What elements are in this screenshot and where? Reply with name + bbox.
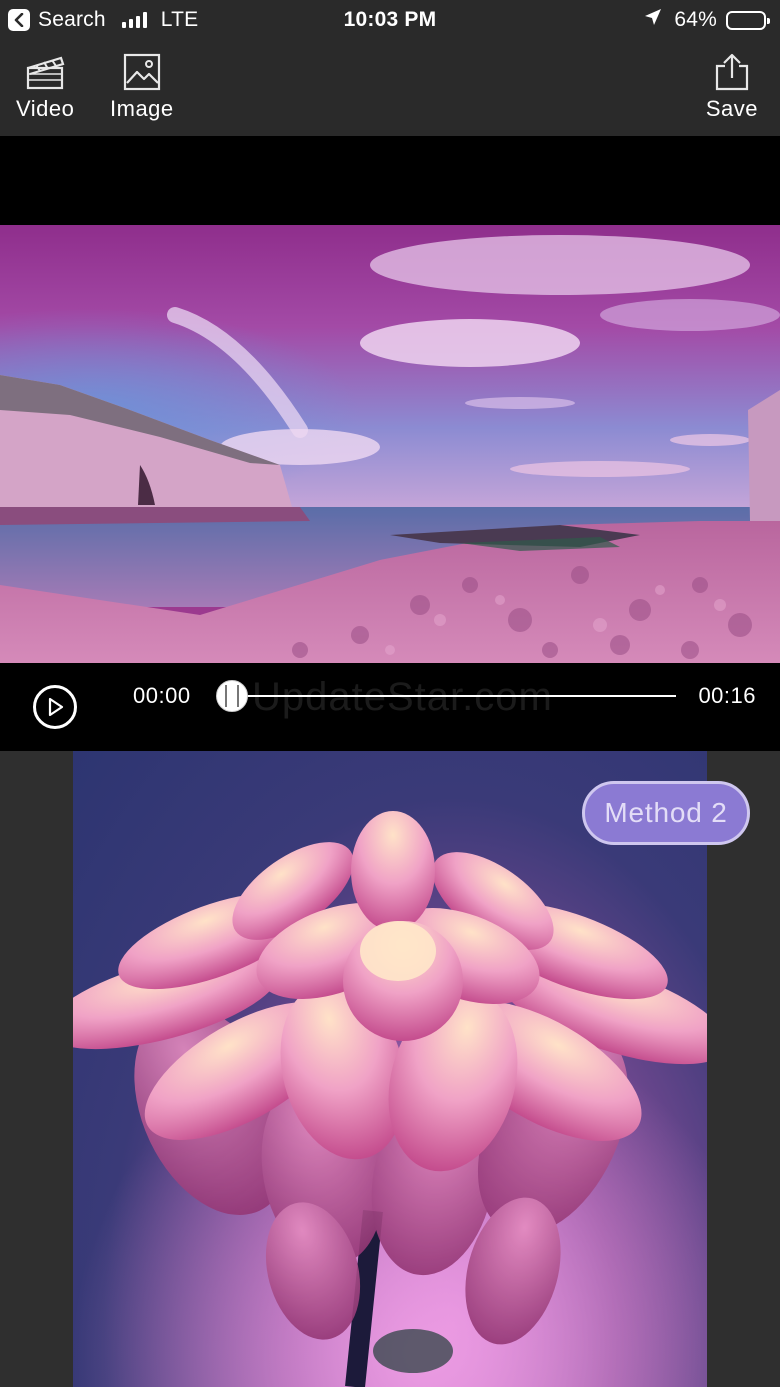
video-preview[interactable] (0, 225, 780, 663)
save-button[interactable]: Save (706, 52, 758, 122)
network-type: LTE (160, 8, 199, 31)
battery-icon (726, 10, 770, 30)
status-left[interactable]: Search LTE (8, 0, 198, 40)
method-2-button[interactable]: Method 2 (582, 781, 750, 845)
play-icon (48, 697, 64, 717)
image-icon (123, 53, 160, 91)
flower-image-preview[interactable] (73, 751, 707, 1387)
status-bar: Search LTE 10:03 PM 64% (0, 0, 780, 40)
share-upload-icon (715, 53, 749, 91)
editor-toolbar: Video Image Save (0, 40, 780, 136)
dahlia-photo (73, 751, 707, 1387)
location-arrow-icon (644, 8, 662, 32)
total-duration: 00:16 (698, 683, 756, 708)
signal-bars-icon (121, 12, 147, 28)
image-button[interactable]: Image (110, 52, 174, 122)
screen: Search LTE 10:03 PM 64% Video Image Save… (0, 0, 780, 1387)
image-panel (0, 751, 780, 1387)
back-to-search-link[interactable]: Search (38, 8, 106, 32)
coastline-video-frame (0, 225, 780, 663)
watermark-text: UpdateStar.com (252, 675, 553, 719)
image-button-label: Image (110, 96, 174, 121)
save-button-label: Save (705, 96, 758, 121)
play-button[interactable] (33, 685, 77, 729)
back-arrow-icon[interactable] (8, 9, 30, 31)
seek-thumb[interactable] (216, 680, 248, 712)
video-letterbox-top (0, 136, 780, 225)
video-player-controls: 00:00 UpdateStar.com 00:16 (0, 663, 780, 751)
battery-percent: 64% (674, 8, 717, 31)
status-right: 64% (644, 0, 770, 40)
seek-track[interactable] (232, 695, 676, 697)
video-button[interactable]: Video (16, 52, 74, 122)
video-button-label: Video (16, 96, 75, 121)
clapperboard-icon (27, 56, 65, 90)
current-time: 00:00 (133, 683, 191, 708)
